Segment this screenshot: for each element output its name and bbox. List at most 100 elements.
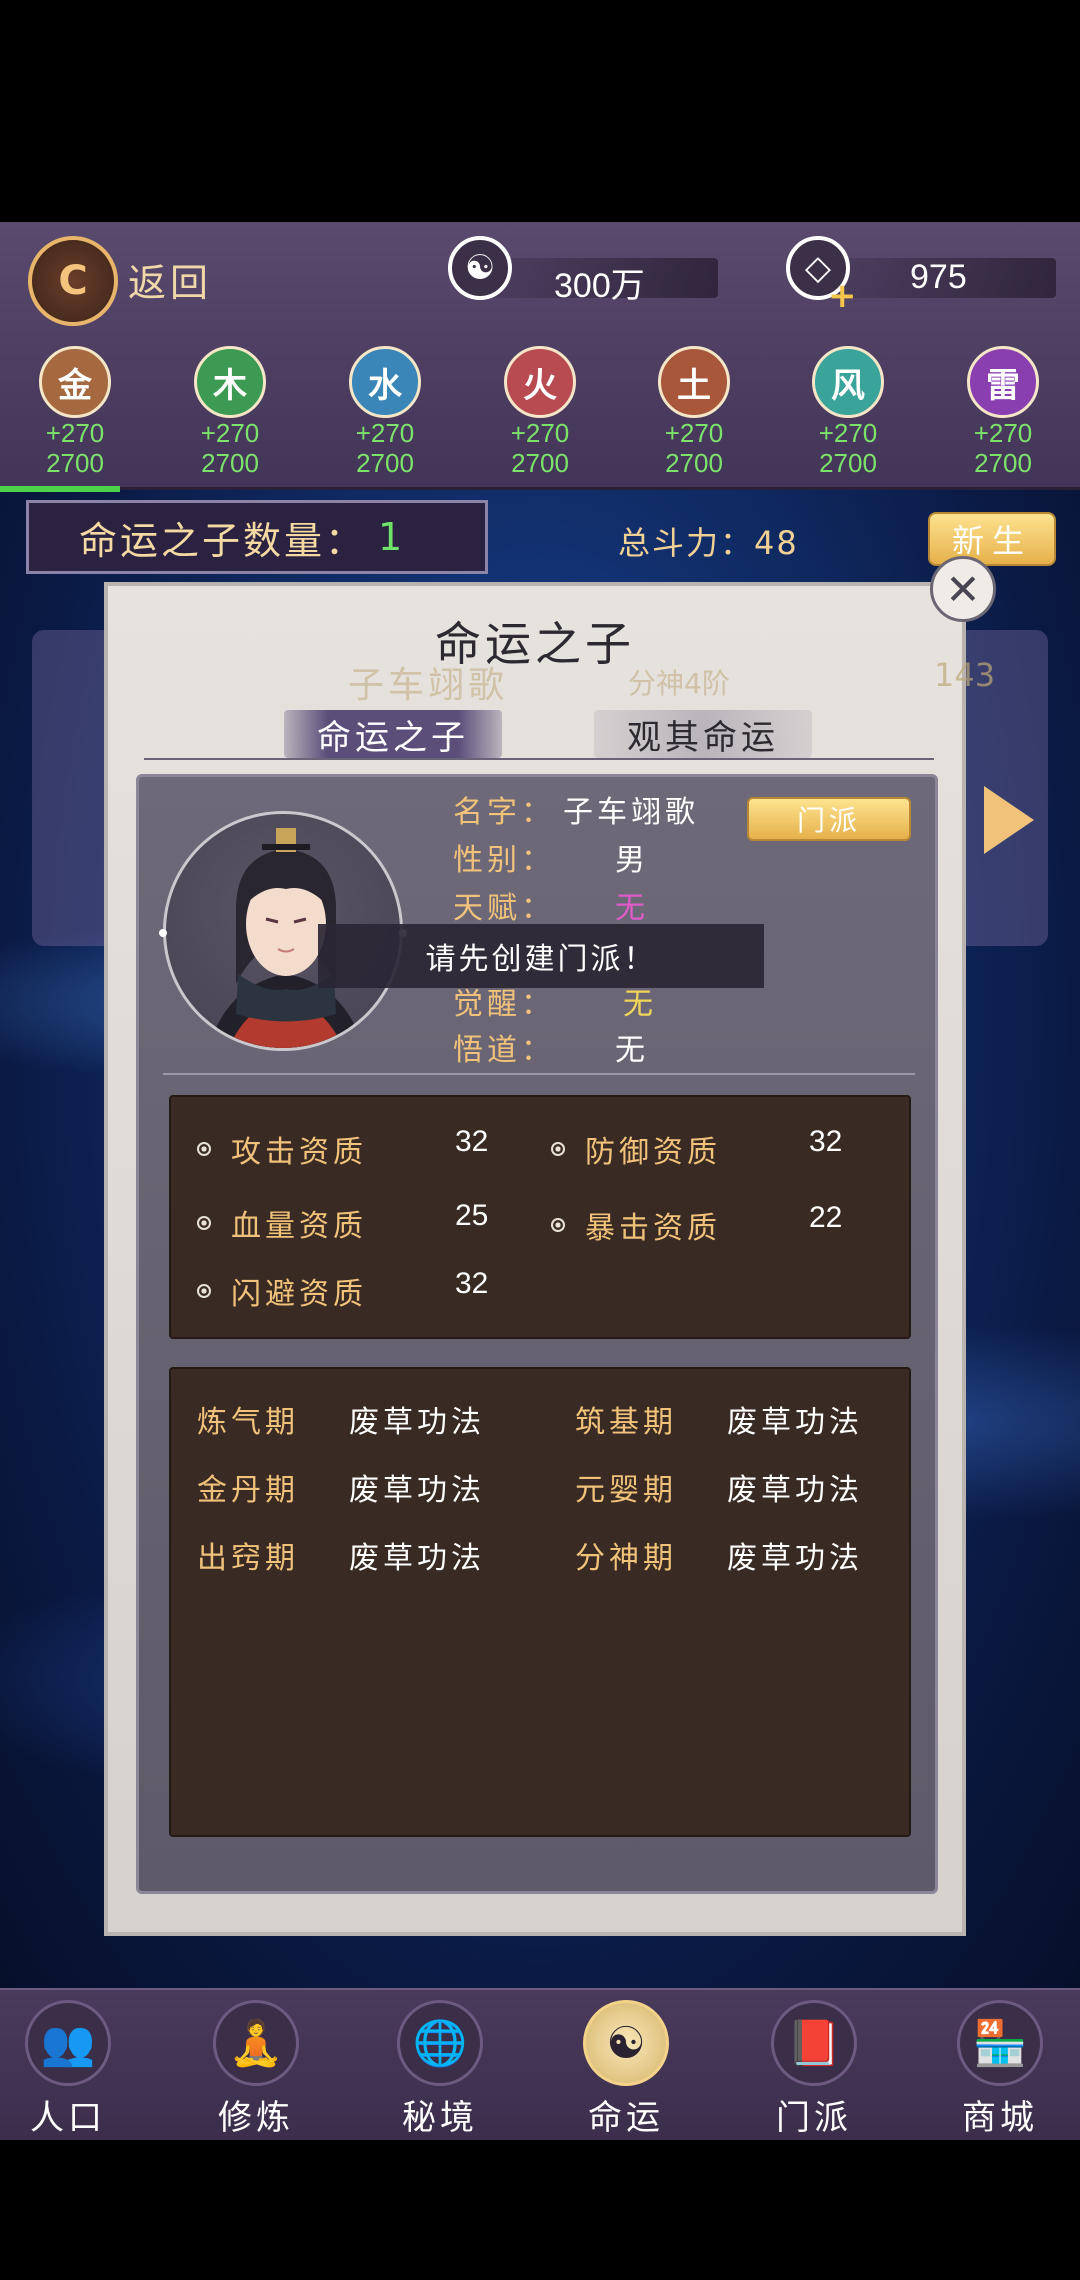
stat-defense: 防御资质	[551, 1127, 721, 1171]
stat-dodge-value: 32	[455, 1267, 489, 1300]
bullet-icon	[197, 1142, 211, 1156]
element-total: 2700	[201, 448, 259, 478]
nav-cultivate[interactable]: 🧘 修炼	[196, 2000, 316, 2139]
tab-divider	[144, 758, 934, 760]
technique-skill: 废草功法	[727, 1473, 863, 1508]
stat-attack: 攻击资质	[197, 1127, 367, 1171]
stat-defense-value: 32	[809, 1125, 843, 1158]
element-orb: 木	[194, 346, 266, 418]
back-button[interactable]: C	[28, 236, 118, 326]
info-divider	[163, 1073, 915, 1075]
technique-stage: 炼气期	[197, 1405, 299, 1440]
count-label: 命运之子数量：	[79, 518, 367, 563]
tab-destiny-child[interactable]: 命运之子	[284, 710, 502, 758]
shop-icon: 🏪	[957, 2000, 1043, 2086]
element-progress-bar	[0, 486, 120, 492]
total-power: 总斗力：48	[618, 518, 799, 564]
enlight-label: 悟道：	[453, 1033, 555, 1068]
bullet-icon	[197, 1216, 211, 1230]
gender-value: 男	[615, 843, 649, 878]
nav-destiny[interactable]: ☯ 命运	[566, 2000, 686, 2139]
power-label: 总斗力：	[618, 524, 755, 562]
technique-stage: 筑基期	[575, 1405, 677, 1440]
element-thunder[interactable]: 雷 +270 2700	[943, 346, 1063, 478]
gender-label: 性别：	[453, 843, 555, 878]
destiny-child-modal: 子车翊歌 分神4阶 143 命运之子 命运之子 观其命运 名字： 子车翊歌 性别…	[104, 582, 995, 1936]
element-total: 2700	[511, 448, 569, 478]
stat-hp: 血量资质	[197, 1201, 367, 1245]
element-plus: +270	[510, 418, 570, 448]
element-orb: 水	[349, 346, 421, 418]
people-icon: 👥	[25, 2000, 111, 2086]
portrait-dot	[159, 929, 167, 937]
element-list: 金 +270 2700 木 +270 2700 水 +270 2700 火 +2…	[0, 346, 1080, 486]
element-plus: +270	[355, 418, 415, 448]
element-plus: +270	[818, 418, 878, 448]
element-orb: 金	[39, 346, 111, 418]
enlight-value: 无	[615, 1033, 649, 1068]
stat-crit-value: 22	[809, 1201, 843, 1234]
element-orb: 风	[812, 346, 884, 418]
close-icon[interactable]: ✕	[930, 556, 996, 622]
next-arrow-icon[interactable]	[984, 786, 1034, 854]
yin-yang-coin-icon: ☯	[448, 236, 512, 300]
name-value: 子车翊歌	[563, 795, 699, 830]
bottom-nav: 👥 人口 🧘 修炼 🌐 秘境 ☯ 命运 📕 门派 🏪 商城	[0, 1988, 1080, 2140]
technique-stage: 分神期	[575, 1541, 677, 1576]
element-wood[interactable]: 木 +270 2700	[170, 346, 290, 478]
modal-title: 命运之子	[435, 617, 635, 671]
technique-stage: 出窍期	[197, 1541, 299, 1576]
destiny-child-count: 命运之子数量： 1	[26, 500, 488, 574]
name-label: 名字：	[453, 795, 555, 830]
technique-skill: 废草功法	[727, 1541, 863, 1576]
toast-message: 请先创建门派！	[318, 924, 764, 988]
element-water[interactable]: 水 +270 2700	[325, 346, 445, 478]
stat-attack-value: 32	[455, 1125, 489, 1158]
count-value: 1	[378, 515, 403, 559]
nav-label: 秘境	[402, 2098, 478, 2138]
element-metal[interactable]: 金 +270 2700	[15, 346, 135, 478]
bullet-icon	[551, 1142, 565, 1156]
tab-view-destiny[interactable]: 观其命运	[594, 710, 812, 758]
technique-skill: 废草功法	[349, 1473, 485, 1508]
element-orb: 土	[658, 346, 730, 418]
bullet-icon	[551, 1218, 565, 1232]
silver-resource: ☯ 300万	[448, 236, 718, 305]
talent-value: 无	[615, 891, 649, 926]
aptitude-panel: 攻击资质 32 防御资质 32 血量资质 25 暴击资质 22 闪避资质 32	[169, 1095, 911, 1339]
technique-panel: 炼气期 废草功法 筑基期 废草功法 金丹期 废草功法 元婴期 废草功法 出窍期 …	[169, 1367, 911, 1837]
nav-label: 人口	[30, 2098, 106, 2138]
globe-icon: 🌐	[397, 2000, 483, 2086]
element-total: 2700	[665, 448, 723, 478]
element-plus: +270	[664, 418, 724, 448]
element-total: 2700	[46, 448, 104, 478]
nav-sect[interactable]: 📕 门派	[754, 2000, 874, 2139]
power-value: 48	[754, 524, 799, 562]
element-orb: 雷	[967, 346, 1039, 418]
back-label[interactable]: 返回	[128, 252, 212, 307]
nav-shop[interactable]: 🏪 商城	[940, 2000, 1060, 2139]
sect-button[interactable]: 门派	[747, 797, 911, 841]
talent-label: 天赋：	[453, 891, 555, 926]
nav-secret-realm[interactable]: 🌐 秘境	[380, 2000, 500, 2139]
technique-skill: 废草功法	[727, 1405, 863, 1440]
technique-stage: 元婴期	[575, 1473, 677, 1508]
gem-resource: ◇ + 975	[786, 236, 1056, 316]
element-fire[interactable]: 火 +270 2700	[480, 346, 600, 478]
stat-dodge: 闪避资质	[197, 1269, 367, 1313]
element-plus: +270	[45, 418, 105, 448]
silver-value: 300万	[554, 267, 645, 305]
nav-label: 商城	[962, 2098, 1038, 2138]
element-plus: +270	[973, 418, 1033, 448]
element-orb: 火	[504, 346, 576, 418]
add-gem-icon[interactable]: +	[828, 276, 857, 316]
element-total: 2700	[356, 448, 414, 478]
element-earth[interactable]: 土 +270 2700	[634, 346, 754, 478]
element-wind[interactable]: 风 +270 2700	[788, 346, 908, 478]
element-total: 2700	[819, 448, 877, 478]
book-icon: 📕	[771, 2000, 857, 2086]
newborn-button[interactable]: 新生	[928, 512, 1056, 566]
back-icon: C	[58, 258, 88, 304]
nav-population[interactable]: 👥 人口	[8, 2000, 128, 2139]
element-total: 2700	[974, 448, 1032, 478]
